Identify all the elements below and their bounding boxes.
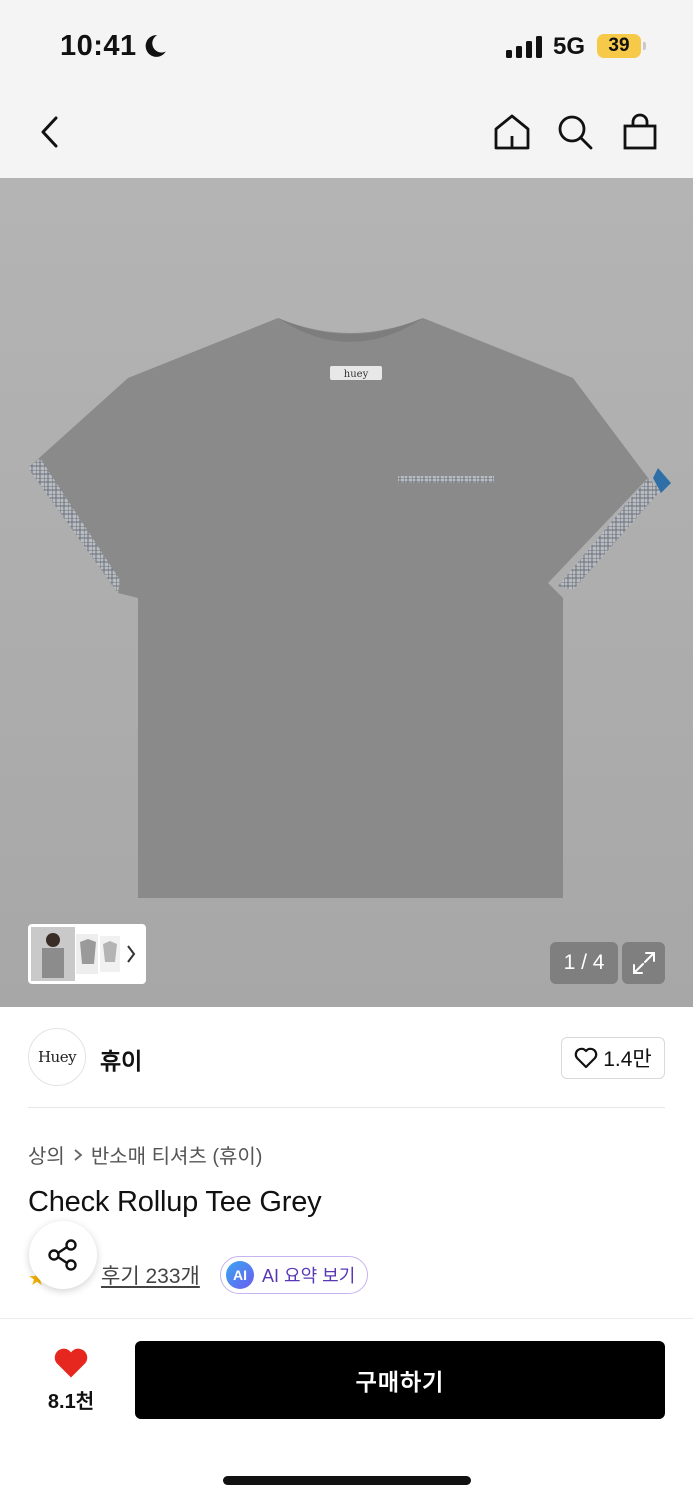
buy-button[interactable]: 구매하기 <box>135 1341 665 1419</box>
chevron-right-icon <box>74 1148 83 1161</box>
image-counter: 1 / 4 <box>550 942 618 984</box>
divider <box>28 1107 665 1108</box>
product-title: Check Rollup Tee Grey <box>28 1186 322 1218</box>
brand-like-button[interactable]: 1.4만 <box>561 1037 665 1079</box>
search-button[interactable] <box>553 110 597 154</box>
expand-icon <box>632 952 655 974</box>
product-tshirt-image: huey <box>28 318 671 898</box>
brand-logo[interactable]: Huey <box>28 1028 86 1086</box>
breadcrumb: 상의 반소매 티셔츠 (휴이) <box>28 1140 262 1169</box>
breadcrumb-subcategory[interactable]: 반소매 티셔츠 (휴이) <box>91 1140 263 1169</box>
neck-label-text: huey <box>344 369 369 380</box>
brand-row[interactable]: Huey 휴이 1.4만 <box>28 1028 665 1086</box>
home-indicator <box>223 1476 471 1485</box>
brand-name[interactable]: 휴이 <box>100 1042 142 1076</box>
brand-like-count: 1.4만 <box>603 1048 652 1071</box>
home-button[interactable] <box>490 110 534 154</box>
fullscreen-button[interactable] <box>622 942 665 984</box>
back-button[interactable] <box>28 110 72 154</box>
product-image-gallery[interactable]: huey 1 / 4 <box>0 178 693 1007</box>
chevron-left-icon <box>41 116 58 148</box>
network-type: 5G <box>553 33 586 60</box>
share-button[interactable] <box>29 1221 97 1289</box>
heart-filled-icon <box>54 1348 88 1378</box>
battery-tip <box>643 42 646 50</box>
cellular-signal-icon <box>506 36 542 58</box>
ai-summary-button[interactable]: AI AI 요약 보기 <box>220 1256 369 1294</box>
cart-button[interactable] <box>618 110 662 154</box>
status-bar: 10:41 5G 39 <box>0 0 693 92</box>
battery-level: 39 <box>597 34 641 58</box>
home-icon <box>494 114 530 150</box>
shopping-bag-icon <box>623 113 657 150</box>
clock: 10:41 <box>60 30 137 62</box>
thumbnail-images <box>31 927 136 981</box>
wishlist-button[interactable]: 8.1천 <box>38 1347 104 1413</box>
review-count-link[interactable]: 후기 233개 <box>101 1260 200 1290</box>
wishlist-count: 8.1천 <box>47 1391 95 1413</box>
search-icon <box>558 115 593 150</box>
thumbnail-strip[interactable] <box>28 924 146 984</box>
heart-outline-icon <box>574 1047 598 1069</box>
share-icon <box>48 1239 77 1271</box>
ai-badge-icon: AI <box>226 1261 254 1289</box>
top-navigation <box>0 92 693 178</box>
ai-summary-label: AI 요약 보기 <box>262 1266 356 1286</box>
breadcrumb-category[interactable]: 상의 <box>28 1140 65 1169</box>
moon-icon <box>145 35 166 57</box>
bottom-action-bar: 8.1천 구매하기 <box>0 1318 693 1500</box>
battery-icon: 39 <box>597 34 647 60</box>
